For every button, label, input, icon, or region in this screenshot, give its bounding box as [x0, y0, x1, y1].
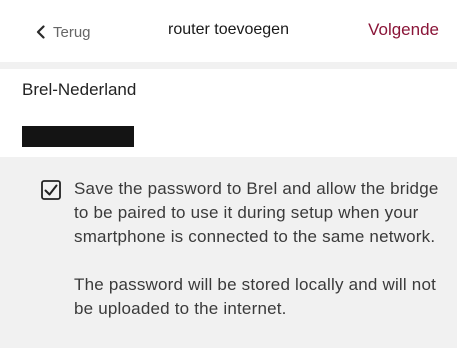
password-field[interactable]	[22, 126, 134, 147]
save-password-text: Save the password to Brel and allow the …	[74, 179, 439, 246]
save-password-checkbox[interactable]	[41, 180, 61, 205]
storage-note: The password will be stored locally and …	[74, 275, 437, 318]
save-password-description: Save the password to Brel and allow the …	[74, 177, 444, 321]
network-info: Brel-Nederland	[0, 69, 457, 157]
next-button[interactable]: Volgende	[368, 20, 439, 40]
save-password-section: Save the password to Brel and allow the …	[0, 157, 457, 348]
network-name: Brel-Nederland	[22, 80, 137, 99]
checkbox-checked-icon	[41, 180, 61, 200]
navigation-bar: Terug router toevoegen Volgende	[0, 0, 457, 62]
